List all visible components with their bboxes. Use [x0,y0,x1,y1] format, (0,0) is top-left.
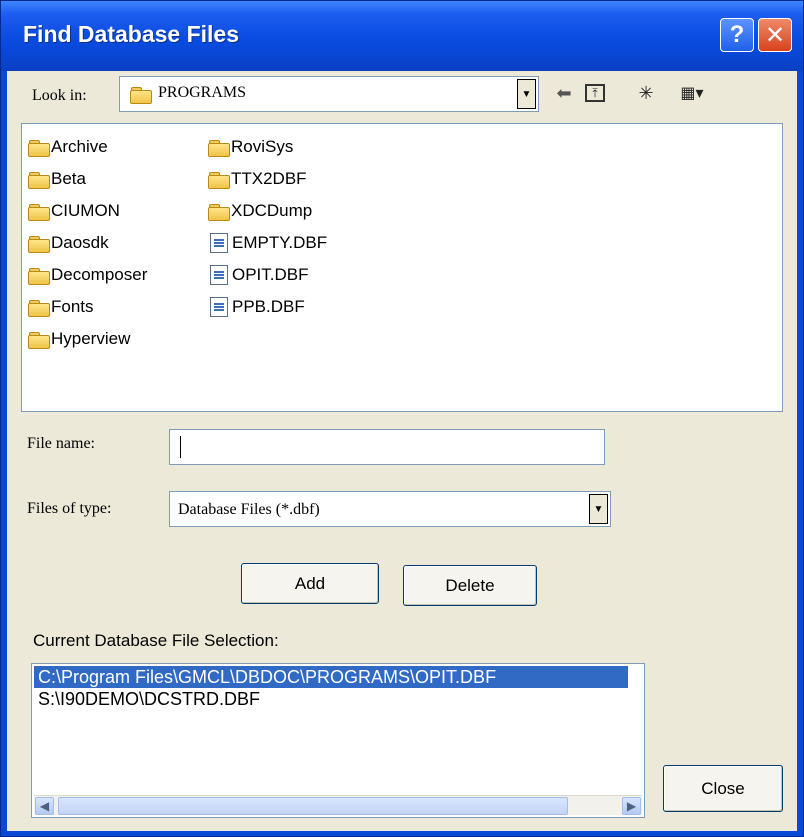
scroll-right-icon[interactable]: ▶ [622,797,641,815]
folder-item[interactable]: TTX2DBF [208,167,307,191]
scrollbar-thumb[interactable] [58,797,568,815]
look-in-dropdown[interactable]: PROGRAMS ▼ [119,76,539,112]
folder-icon [130,86,152,104]
folder-icon [28,203,50,221]
files-of-type-dropdown[interactable]: Database Files (*.dbf) ▼ [169,491,611,527]
view-menu-icon[interactable]: ▦▾ [675,81,709,105]
folder-label: Decomposer [51,265,148,284]
selection-label: Current Database File Selection: [33,631,279,650]
help-button[interactable]: ? [720,18,754,52]
folder-label: Archive [51,137,108,156]
folder-label: CIUMON [51,201,120,220]
file-item[interactable]: OPIT.DBF [210,263,309,287]
look-in-label: Look in: [32,87,87,104]
database-file-icon [210,233,228,253]
folder-label: Daosdk [51,233,109,252]
up-folder-icon[interactable]: ⤒ [585,84,605,102]
file-list[interactable]: Archive Beta CIUMON Daosdk Decomposer Fo… [21,123,783,412]
file-name-input[interactable] [169,429,605,465]
folder-label: Beta [51,169,86,188]
folder-item[interactable]: Decomposer [28,263,147,287]
folder-label: RoviSys [231,137,294,156]
back-arrow-icon[interactable]: ⬅ [551,81,577,105]
look-in-value: PROGRAMS [158,84,247,101]
dialog-body: Look in: PROGRAMS ▼ ⬅ ⤒ ✳ ▦▾ Archive Bet… [7,71,797,831]
folder-item[interactable]: Beta [28,167,86,191]
folder-label: XDCDump [231,201,313,220]
folder-icon [28,171,50,189]
folder-icon [208,139,230,157]
folder-label: TTX2DBF [231,169,307,188]
selection-item[interactable]: S:\I90DEMO\DCSTRD.DBF [34,688,260,710]
database-file-icon [210,297,228,317]
close-button[interactable]: Close [663,765,783,812]
close-icon: ✕ [764,21,786,49]
folder-item[interactable]: CIUMON [28,199,120,223]
folder-label: Fonts [51,297,94,316]
database-file-icon [210,265,228,285]
window-title: Find Database Files [23,21,240,47]
delete-button[interactable]: Delete [403,565,537,606]
chevron-down-icon[interactable]: ▼ [589,494,608,524]
file-label: OPIT.DBF [232,265,309,284]
folder-icon [28,235,50,253]
chevron-down-icon[interactable]: ▼ [517,79,536,109]
add-button[interactable]: Add [241,563,379,604]
folder-icon [28,299,50,317]
folder-icon [208,203,230,221]
file-item[interactable]: PPB.DBF [210,295,305,319]
files-of-type-value: Database Files (*.dbf) [178,501,320,518]
new-folder-icon[interactable]: ✳ [633,81,659,105]
folder-item[interactable]: Daosdk [28,231,109,255]
folder-icon [28,139,50,157]
window-close-button[interactable]: ✕ [758,18,792,52]
scroll-left-icon[interactable]: ◀ [35,797,54,815]
folder-item[interactable]: RoviSys [208,135,293,159]
folder-item[interactable]: Hyperview [28,327,130,351]
title-bar[interactable]: Find Database Files ? ✕ [1,1,803,71]
file-item[interactable]: EMPTY.DBF [210,231,327,255]
horizontal-scrollbar[interactable]: ◀ ▶ [34,795,642,815]
folder-icon [28,267,50,285]
folder-icon [208,171,230,189]
file-label: EMPTY.DBF [232,233,328,252]
folder-label: Hyperview [51,329,131,348]
file-label: PPB.DBF [232,297,305,316]
folder-item[interactable]: Fonts [28,295,94,319]
folder-item[interactable]: Archive [28,135,108,159]
file-name-label: File name: [27,435,95,452]
selection-listbox[interactable]: C:\Program Files\GMCL\DBDOC\PROGRAMS\OPI… [31,663,645,818]
folder-item[interactable]: XDCDump [208,199,312,223]
text-cursor [180,436,181,458]
folder-icon [28,331,50,349]
help-icon: ? [729,21,745,48]
files-of-type-label: Files of type: [27,500,112,517]
selection-item[interactable]: C:\Program Files\GMCL\DBDOC\PROGRAMS\OPI… [34,666,628,688]
find-database-files-dialog: Find Database Files ? ✕ Look in: PROGRAM… [0,0,804,837]
